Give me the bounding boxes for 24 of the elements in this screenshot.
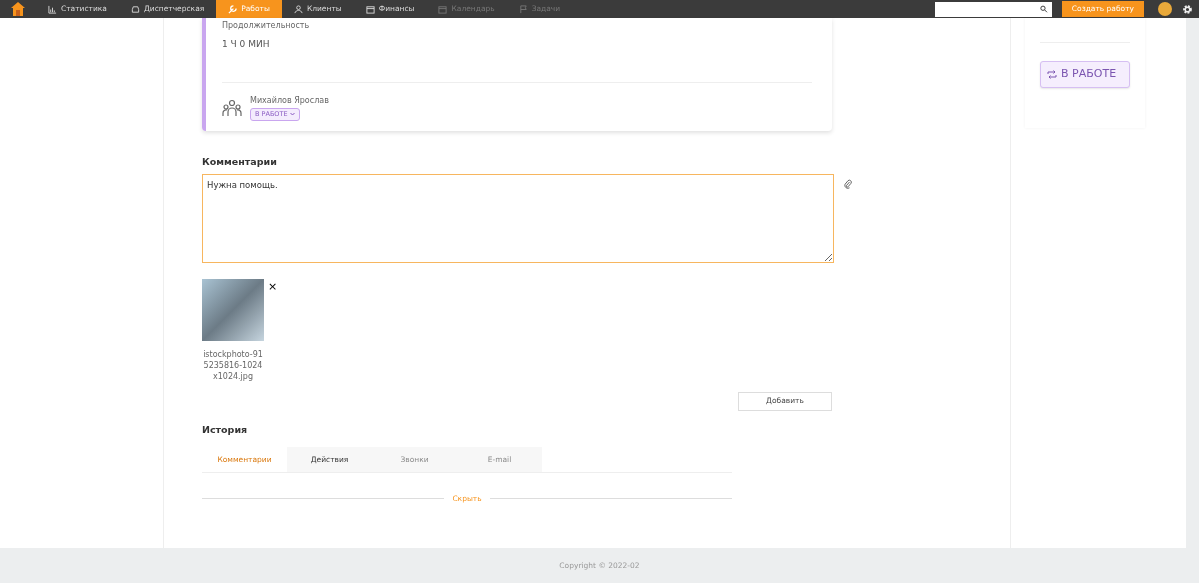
search-icon[interactable]: [1040, 5, 1048, 13]
chart-icon: [48, 4, 57, 14]
section-title: Комментарии: [202, 155, 278, 170]
duration-value: 1 Ч 0 МИН: [222, 38, 271, 51]
wrench-icon: [228, 4, 238, 14]
file-name: istockphoto-915235816-1024x1024.jpg: [202, 348, 264, 382]
photo-placeholder: [202, 278, 264, 341]
avatar[interactable]: [1158, 2, 1172, 16]
field-label: Продолжительность: [222, 20, 311, 32]
calendar-icon: [365, 4, 375, 14]
repeat-icon: [1047, 69, 1057, 79]
caret-icon: [289, 111, 295, 116]
paperclip-icon[interactable]: [844, 178, 852, 189]
flag-icon: [518, 4, 528, 14]
assignee-name: Михайлов Ярослав: [250, 94, 329, 107]
calendar-icon: [438, 4, 448, 14]
people-icon: [222, 98, 242, 117]
status-text: В РАБОТЕ: [1061, 66, 1117, 82]
comment-field[interactable]: Нужна помощь.: [202, 173, 834, 263]
settings-icon[interactable]: [1182, 3, 1193, 15]
remove-attachment-button[interactable]: ×: [268, 280, 278, 292]
person-icon: [293, 4, 303, 14]
house-logo-icon[interactable]: [11, 2, 25, 16]
section-title: История: [202, 422, 249, 437]
